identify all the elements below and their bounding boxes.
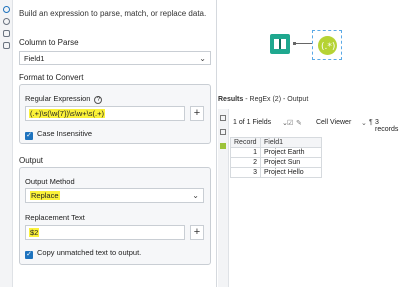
configuration-panel: Build an expression to parse, match, or … [13,0,217,287]
cell-viewer-dropdown[interactable]: Cell Viewer [316,119,351,126]
copy-unmatched-checkbox[interactable]: ✓ Copy unmatched text to output. [25,248,141,259]
table-icon[interactable] [220,129,226,135]
pilcrow-icon[interactable]: ¶ [369,119,373,126]
regex-icon: (.*) [318,36,337,55]
column-to-parse-dropdown[interactable]: Field1 ⌄ [19,51,211,65]
workflow-canvas[interactable]: (.*) [218,0,400,92]
connection-line [296,43,312,44]
edit-icon[interactable]: ✎ [296,119,302,127]
table-row[interactable]: 3 Project Hello [230,167,322,178]
results-title: Results [218,96,244,103]
tag-icon[interactable] [3,30,10,37]
results-rail [218,109,229,287]
column-to-parse-title: Column to Parse [19,38,79,47]
svg-text:(.*): (.*) [321,42,335,52]
check-icon: ✓ [25,251,33,259]
column-header[interactable]: Record [230,137,261,148]
chevron-down-icon: ⌄ [192,191,199,200]
table-row[interactable]: 2 Project Sun [230,157,322,168]
metadata-icon[interactable] [220,115,226,121]
results-header: Results - RegEx (2) - Output [218,96,400,108]
chevron-down-icon: ⌄ [199,54,206,63]
field1-cell: Project Earth [260,147,322,158]
book-icon [274,39,286,49]
table-header-row: Record Field1 [230,137,322,148]
record-cell: 3 [230,167,261,178]
record-cell: 1 [230,147,261,158]
regex-label: Regular Expression? [25,94,103,104]
output-title: Output [19,156,44,165]
results-table: Record Field1 1 Project Earth 2 Project … [230,137,322,178]
field1-cell: Project Sun [260,157,322,168]
format-to-convert-title: Format to Convert [19,73,84,82]
regex-value: (.+)\s(\w{7})\s\w+\s(.+) [29,109,105,118]
check-icon[interactable]: ☑ [287,119,293,127]
replacement-add-button[interactable]: + [190,225,204,240]
check-icon: ✓ [25,132,33,140]
column-to-parse-value: Field1 [24,54,45,63]
fields-dropdown[interactable]: 1 of 1 Fields [233,119,271,126]
records-count: 3 records [375,119,399,133]
results-toolbar: 1 of 1 Fields ⌄ ☑ ✎ Cell Viewer ⌄ ¶ 3 re… [229,116,400,133]
settings-icon[interactable] [3,6,10,13]
tool-description: Build an expression to parse, match, or … [19,9,207,18]
output-method-dropdown[interactable]: Replace ⌄ [25,188,204,203]
replacement-text-input[interactable]: $2 [25,225,185,240]
annotation-icon[interactable] [3,18,10,25]
column-header[interactable]: Field1 [260,137,322,148]
format-to-convert-group: Regular Expression? (.+)\s(\w{7})\s\w+\s… [19,84,211,144]
table-row[interactable]: 1 Project Earth [230,147,322,158]
left-tool-rail [0,0,13,287]
help-icon[interactable]: ? [94,96,103,104]
input-tool[interactable] [270,34,290,54]
results-subtitle: - RegEx (2) - Output [245,96,309,103]
info-icon[interactable] [3,42,10,49]
output-group: Output Method Replace ⌄ Replacement Text… [19,167,211,265]
field1-cell: Project Hello [260,167,322,178]
output-anchor-icon[interactable] [220,143,226,149]
regex-tool-selection[interactable]: (.*) [312,30,342,60]
output-method-label: Output Method [25,177,75,186]
chevron-down-icon[interactable]: ⌄ [361,119,367,127]
regex-input[interactable]: (.+)\s(\w{7})\s\w+\s(.+) [25,106,185,121]
replacement-text-label: Replacement Text [25,213,85,222]
output-method-value: Replace [30,191,60,200]
regex-add-button[interactable]: + [190,106,204,121]
replacement-text-value: $2 [29,228,40,237]
case-insensitive-checkbox[interactable]: ✓ Case Insensitive [25,129,92,140]
record-cell: 2 [230,157,261,168]
